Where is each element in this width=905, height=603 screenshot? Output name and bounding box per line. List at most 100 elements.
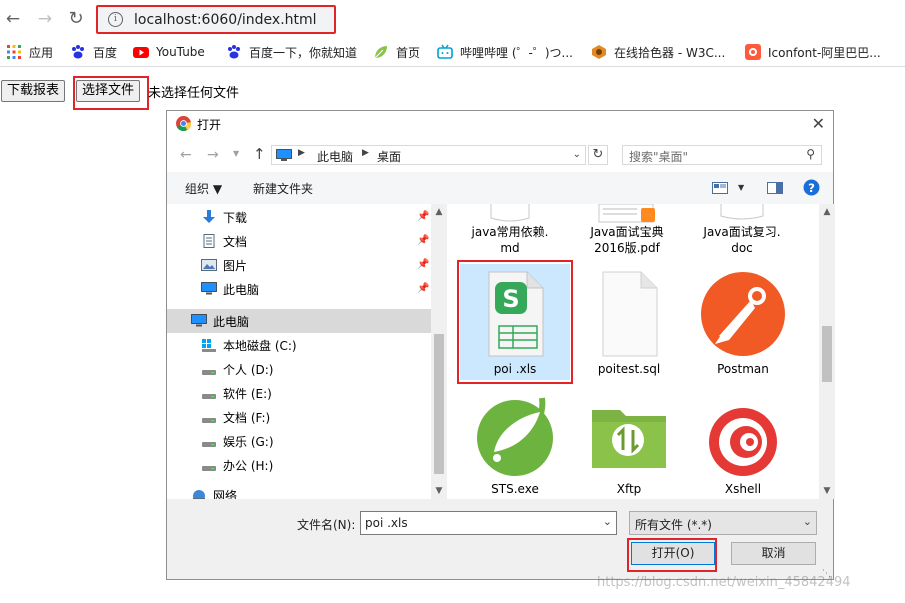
file-scrollbar[interactable]: ▲ ▼ bbox=[819, 204, 835, 499]
chevron-up-icon[interactable]: ▲ bbox=[820, 205, 834, 219]
file-open-dialog: 打开 ✕ ← → ▼ ↑ ▶ 此电脑 ▶ 桌面 ⌄ ↻ 搜索"桌面" ⚲ 组织 … bbox=[166, 110, 835, 580]
breadcrumb[interactable]: ▶ 此电脑 ▶ 桌面 ⌄ bbox=[271, 145, 586, 165]
nav-item-pictures[interactable]: 图片 bbox=[201, 254, 247, 276]
scrollbar-thumb[interactable] bbox=[434, 334, 444, 474]
chevron-down-icon[interactable]: ▼ bbox=[233, 149, 239, 158]
nav-item-drive[interactable]: 办公 (H:) bbox=[201, 454, 273, 476]
choose-file-button[interactable]: 选择文件 bbox=[76, 80, 141, 102]
bookmark-label: 百度一下，你就知道 bbox=[249, 45, 358, 60]
preview-pane-icon[interactable] bbox=[767, 182, 783, 194]
organize-menu[interactable]: 组织 ▼ bbox=[185, 180, 222, 197]
file-item[interactable]: java常用依赖. md bbox=[455, 204, 565, 256]
bilibili-icon bbox=[437, 44, 453, 59]
cancel-button[interactable]: 取消 bbox=[731, 542, 816, 565]
bookmark-baidu[interactable]: 百度 bbox=[70, 43, 117, 61]
pin-icon[interactable]: 📌 bbox=[417, 235, 429, 246]
bookmark-label: 百度 bbox=[93, 45, 118, 60]
file-item[interactable]: Postman bbox=[688, 270, 798, 376]
file-item[interactable]: STS.exe bbox=[460, 392, 570, 496]
nav-item-documents[interactable]: 文档 bbox=[201, 230, 247, 252]
nav-item-this-pc[interactable]: 此电脑 bbox=[201, 278, 259, 300]
bookmark-apps[interactable]: 应用 bbox=[6, 43, 53, 61]
chevron-down-icon[interactable]: ▼ bbox=[432, 484, 446, 498]
view-options-icon[interactable] bbox=[712, 182, 728, 194]
nav-item-drive[interactable]: 文档 (F:) bbox=[201, 406, 270, 428]
baidu-paw-icon bbox=[72, 45, 84, 59]
bookmark-label: 应用 bbox=[29, 45, 54, 60]
reload-icon[interactable]: ↻ bbox=[65, 8, 87, 30]
chevron-up-icon[interactable]: ▲ bbox=[432, 205, 446, 219]
nav-item-drive[interactable]: 本地磁盘 (C:) bbox=[201, 334, 297, 356]
search-icon[interactable]: ⚲ bbox=[806, 147, 815, 161]
bookmark-home[interactable]: 首页 bbox=[373, 43, 420, 61]
spring-leaf-icon bbox=[477, 397, 553, 476]
iconfont-icon bbox=[745, 44, 761, 60]
download-report-button[interactable]: 下载报表 bbox=[1, 80, 66, 102]
drive-icon bbox=[202, 394, 216, 399]
computer-icon bbox=[191, 314, 207, 327]
close-icon[interactable]: ✕ bbox=[812, 114, 825, 133]
file-item[interactable]: Java面试宝典 2016版.pdf bbox=[572, 204, 682, 256]
download-arrow-icon bbox=[203, 210, 215, 223]
file-item[interactable]: Xshell bbox=[688, 392, 798, 496]
breadcrumb-item[interactable]: 此电脑 bbox=[317, 148, 353, 165]
search-input[interactable]: 搜索"桌面" ⚲ bbox=[622, 145, 822, 165]
scrollbar-thumb[interactable] bbox=[822, 326, 832, 382]
chevron-down-icon[interactable]: ▼ bbox=[820, 484, 834, 498]
file-name: Java面试宝典 2016版.pdf bbox=[590, 225, 664, 255]
nav-item-downloads[interactable]: 下载 bbox=[201, 206, 247, 228]
forward-arrow-icon[interactable]: → bbox=[34, 8, 56, 30]
back-arrow-icon[interactable]: ← bbox=[2, 8, 24, 30]
bookmark-bilibili[interactable]: 哔哩哔哩 (゜-゜)つ... bbox=[437, 43, 573, 61]
pin-icon[interactable]: 📌 bbox=[417, 259, 429, 270]
filename-input[interactable]: poi .xls ⌄ bbox=[360, 511, 617, 535]
drive-icon bbox=[202, 442, 216, 447]
help-icon[interactable]: ? bbox=[803, 179, 820, 196]
chevron-down-icon[interactable]: ⌄ bbox=[603, 515, 612, 528]
open-button[interactable]: 打开(O) bbox=[631, 542, 715, 565]
bookmark-label: 在线拾色器 - W3C... bbox=[614, 45, 726, 60]
bookmark-label: 首页 bbox=[396, 45, 421, 60]
bookmark-baidu-search[interactable]: 百度一下，你就知道 bbox=[226, 43, 357, 61]
chevron-down-icon[interactable]: ▼ bbox=[738, 183, 744, 192]
xshell-icon bbox=[709, 408, 777, 476]
file-item-selected[interactable]: S poi .xls bbox=[460, 270, 570, 376]
svg-text:?: ? bbox=[808, 181, 815, 195]
bookmark-youtube[interactable]: YouTube bbox=[133, 43, 205, 61]
spreadsheet-file-icon: S bbox=[488, 271, 544, 357]
pin-icon[interactable]: 📌 bbox=[417, 283, 429, 294]
chevron-down-icon[interactable]: ⌄ bbox=[573, 149, 581, 160]
file-name: poi .xls bbox=[493, 362, 537, 376]
filetype-select[interactable]: 所有文件 (*.*) ⌄ bbox=[629, 511, 817, 535]
file-list-pane: java常用依赖. md Java面试宝典 2016版.pdf Java面试复习… bbox=[447, 204, 835, 499]
nav-item-drive[interactable]: 娱乐 (G:) bbox=[201, 430, 274, 452]
site-info-icon[interactable]: i bbox=[108, 12, 123, 27]
bookmarks-bar: 应用 百度 YouTube 百度一下，你就知道 首页 哔哩哔哩 (゜-゜)つ..… bbox=[0, 38, 905, 67]
file-name: java常用依赖. md bbox=[471, 225, 549, 255]
nav-item-this-pc-root[interactable]: 此电脑 bbox=[191, 310, 249, 332]
nav-item-drive[interactable]: 软件 (E:) bbox=[201, 382, 272, 404]
up-arrow-icon[interactable]: ↑ bbox=[253, 145, 266, 163]
drive-icon bbox=[202, 370, 216, 375]
computer-icon bbox=[276, 149, 292, 161]
postman-icon bbox=[701, 272, 785, 356]
file-item[interactable]: Xftp bbox=[574, 392, 684, 496]
chevron-down-icon[interactable]: ⌄ bbox=[803, 515, 812, 528]
breadcrumb-item[interactable]: 桌面 bbox=[377, 148, 401, 165]
pin-icon[interactable]: 📌 bbox=[417, 211, 429, 222]
bookmark-color-picker[interactable]: 在线拾色器 - W3C... bbox=[591, 43, 725, 61]
nav-item-network[interactable]: 网络 bbox=[191, 484, 237, 499]
file-item[interactable]: poitest.sql bbox=[574, 270, 684, 376]
dialog-command-bar: 组织 ▼ 新建文件夹 ▼ ? bbox=[167, 172, 833, 205]
back-arrow-icon[interactable]: ← bbox=[180, 147, 192, 163]
forward-arrow-icon[interactable]: → bbox=[207, 147, 219, 163]
nav-scrollbar[interactable]: ▲ ▼ bbox=[431, 204, 447, 499]
file-item[interactable]: Java面试复习. doc bbox=[687, 204, 797, 256]
address-bar[interactable]: i localhost:6060/index.html bbox=[96, 5, 336, 34]
refresh-icon[interactable]: ↻ bbox=[588, 145, 608, 165]
nav-item-drive[interactable]: 个人 (D:) bbox=[201, 358, 273, 380]
bookmark-iconfont[interactable]: Iconfont-阿里巴巴... bbox=[745, 43, 881, 61]
dialog-bottom-area: 文件名(N): poi .xls ⌄ 所有文件 (*.*) ⌄ 打开(O) 取消… bbox=[167, 499, 833, 579]
file-name: STS.exe bbox=[491, 482, 539, 496]
new-folder-button[interactable]: 新建文件夹 bbox=[253, 180, 313, 197]
